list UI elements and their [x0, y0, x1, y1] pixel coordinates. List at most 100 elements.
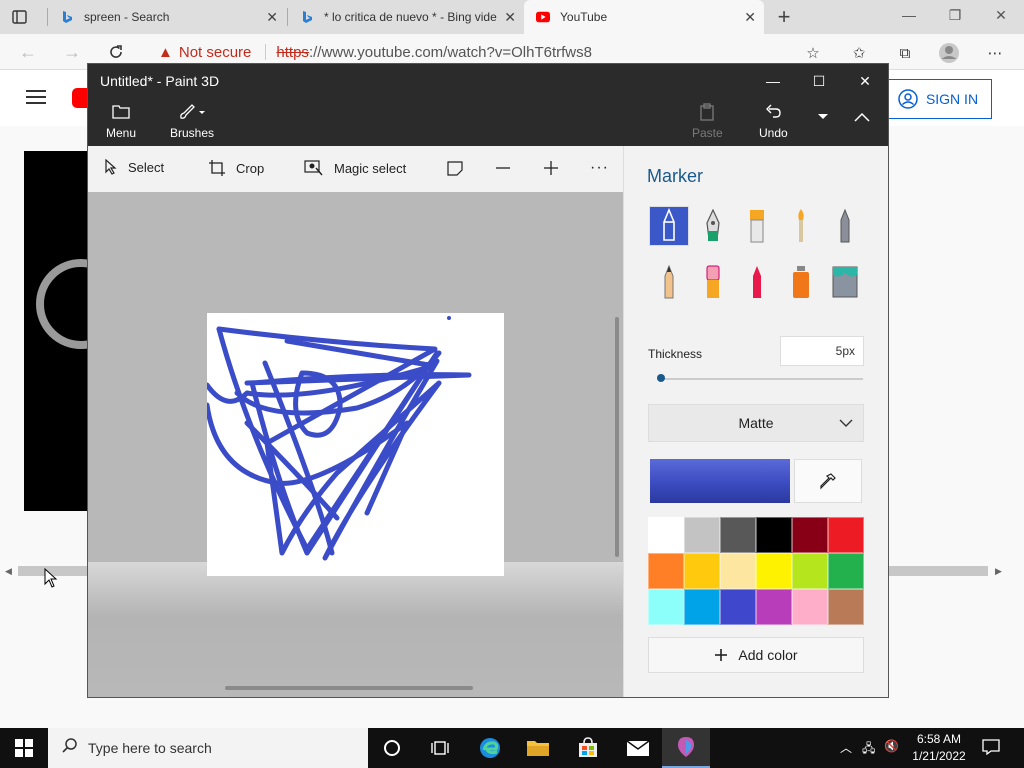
- thickness-slider[interactable]: [657, 378, 863, 380]
- tab-actions-icon[interactable]: [10, 7, 30, 27]
- menu-button[interactable]: Menu: [106, 102, 136, 140]
- vertical-scrollbar[interactable]: [615, 317, 619, 557]
- notifications-icon[interactable]: [982, 739, 1000, 758]
- store-button[interactable]: [564, 728, 612, 768]
- zoom-in-button[interactable]: [542, 159, 560, 177]
- taskbar-search-box[interactable]: Type here to search: [48, 728, 368, 768]
- task-view-button[interactable]: [416, 728, 464, 768]
- profile-icon[interactable]: [938, 42, 960, 64]
- tab-close-icon[interactable]: ✕: [266, 10, 278, 24]
- tab-close-icon[interactable]: ✕: [504, 10, 516, 24]
- scroll-right-icon[interactable]: ▶: [995, 566, 1002, 577]
- fill-brush[interactable]: [825, 262, 865, 302]
- tab-youtube[interactable]: YouTube ✕: [524, 0, 764, 34]
- tab-spreen-search[interactable]: spreen - Search ✕: [48, 0, 286, 34]
- volume-muted-icon[interactable]: 🔇: [884, 739, 899, 753]
- palette-swatch[interactable]: [828, 589, 864, 625]
- network-icon[interactable]: 🖧: [862, 739, 875, 760]
- crayon-brush[interactable]: [737, 262, 777, 302]
- start-button[interactable]: [0, 728, 48, 768]
- youtube-icon: [536, 10, 550, 24]
- pixel-pen-brush[interactable]: [825, 206, 865, 246]
- watercolor-brush[interactable]: [781, 206, 821, 246]
- palette-swatch[interactable]: [828, 517, 864, 553]
- magic-select-tool[interactable]: Magic select: [304, 159, 406, 177]
- security-label[interactable]: Not secure: [179, 44, 252, 61]
- history-dropdown-icon[interactable]: [818, 114, 828, 120]
- palette-swatch[interactable]: [756, 589, 792, 625]
- palette-swatch[interactable]: [684, 589, 720, 625]
- collections-icon[interactable]: ⧉: [894, 42, 916, 64]
- url-field[interactable]: ▲ Not secure https ://www.youtube.com/wa…: [148, 38, 838, 66]
- mail-button[interactable]: [614, 728, 662, 768]
- palette-swatch[interactable]: [720, 553, 756, 589]
- eyedropper-button[interactable]: [794, 459, 862, 503]
- drawing-canvas[interactable]: [204, 313, 504, 576]
- tab-close-icon[interactable]: ✕: [744, 10, 756, 24]
- tab-bing-video[interactable]: * lo critica de nuevo * - Bing vide ✕: [288, 0, 524, 34]
- more-options-icon[interactable]: ···: [590, 159, 609, 177]
- palette-swatch[interactable]: [792, 517, 828, 553]
- palette-swatch[interactable]: [648, 517, 684, 553]
- canvas-workspace[interactable]: [88, 192, 623, 697]
- marker-drawing: [204, 316, 472, 561]
- pencil-brush[interactable]: [649, 262, 689, 302]
- palette-swatch[interactable]: [792, 589, 828, 625]
- settings-more-icon[interactable]: ⋯: [984, 42, 1006, 64]
- oil-brush-icon: [750, 210, 764, 243]
- zoom-out-button[interactable]: [494, 159, 512, 177]
- palette-swatch[interactable]: [756, 517, 792, 553]
- close-icon[interactable]: ✕: [978, 0, 1024, 30]
- edge-taskbar-button[interactable]: [466, 728, 514, 768]
- thickness-input[interactable]: 5px: [780, 336, 864, 366]
- thickness-slider-handle[interactable]: [657, 374, 666, 382]
- finish-dropdown[interactable]: Matte: [648, 404, 864, 442]
- current-color-swatch[interactable]: [650, 459, 790, 503]
- hamburger-menu-icon[interactable]: [26, 90, 46, 104]
- calligraphy-pen-brush[interactable]: [693, 206, 733, 246]
- select-tool[interactable]: Select: [104, 159, 164, 175]
- palette-swatch[interactable]: [648, 589, 684, 625]
- palette-swatch[interactable]: [828, 553, 864, 589]
- minimize-icon[interactable]: —: [750, 64, 796, 98]
- add-color-button[interactable]: Add color: [648, 637, 864, 673]
- mouse-cursor-icon: [44, 568, 58, 588]
- refresh-icon[interactable]: [104, 40, 128, 64]
- brush-panel: Marker Thickness 5px Matte Add color: [623, 146, 888, 697]
- sticker-tool[interactable]: [446, 159, 464, 177]
- new-tab-button[interactable]: +: [772, 4, 796, 30]
- scroll-left-icon[interactable]: ◀: [5, 566, 12, 577]
- spray-can-brush[interactable]: [781, 262, 821, 302]
- maximize-icon[interactable]: ☐: [796, 64, 842, 98]
- close-icon[interactable]: ✕: [842, 64, 888, 98]
- collapse-ribbon-icon[interactable]: [854, 112, 870, 122]
- restore-icon[interactable]: ❐: [932, 0, 978, 30]
- file-explorer-button[interactable]: [514, 728, 562, 768]
- forward-icon[interactable]: →: [60, 40, 84, 64]
- undo-button[interactable]: Undo: [759, 102, 788, 140]
- palette-swatch[interactable]: [756, 553, 792, 589]
- favorites-icon[interactable]: ✩: [848, 42, 870, 64]
- brushes-button[interactable]: Brushes: [170, 102, 214, 140]
- paint3d-taskbar-button[interactable]: [662, 728, 710, 768]
- system-clock[interactable]: 6:58 AM 1/21/2022: [900, 731, 978, 765]
- oil-brush[interactable]: [737, 206, 777, 246]
- back-icon[interactable]: ←: [16, 40, 40, 64]
- eraser-brush[interactable]: [693, 262, 733, 302]
- palette-swatch[interactable]: [792, 553, 828, 589]
- marker-brush[interactable]: [649, 206, 689, 246]
- palette-swatch[interactable]: [720, 517, 756, 553]
- crop-tool[interactable]: Crop: [208, 159, 264, 177]
- paste-button[interactable]: Paste: [692, 102, 723, 140]
- minimize-icon[interactable]: —: [886, 0, 932, 30]
- cortana-icon: [384, 740, 400, 756]
- cortana-button[interactable]: [368, 728, 416, 768]
- add-favorite-icon[interactable]: ☆: [802, 42, 824, 64]
- palette-swatch[interactable]: [684, 553, 720, 589]
- horizontal-scrollbar[interactable]: [225, 686, 473, 690]
- show-hidden-icons[interactable]: ︿: [840, 739, 852, 756]
- sign-in-button[interactable]: SIGN IN: [884, 79, 992, 119]
- palette-swatch[interactable]: [720, 589, 756, 625]
- palette-swatch[interactable]: [648, 553, 684, 589]
- palette-swatch[interactable]: [684, 517, 720, 553]
